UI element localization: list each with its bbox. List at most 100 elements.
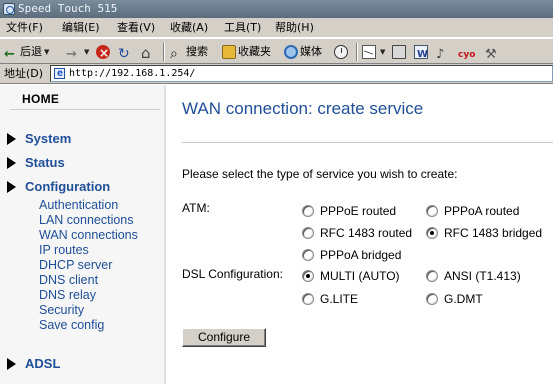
radio-g-lite[interactable]: G.LITE xyxy=(302,292,358,306)
edit-button[interactable] xyxy=(414,42,430,65)
toolbar: 后退 ▼ ▼ 搜索 收藏夹 媒体 ▼ cyo xyxy=(0,38,553,65)
configure-button[interactable]: Configure xyxy=(182,328,266,347)
dsl-configuration-label: DSL Configuration: xyxy=(182,267,283,281)
radio-ansi-t1413[interactable]: ANSI (T1.413) xyxy=(426,269,521,283)
radio-pppoa-routed[interactable]: PPPoA routed xyxy=(426,204,519,218)
print-icon xyxy=(392,45,406,59)
title-divider xyxy=(182,142,553,143)
favorites-folder-icon xyxy=(222,45,236,59)
home-button[interactable] xyxy=(141,42,157,62)
sidebar-item-label: Status xyxy=(25,155,65,170)
sidebar-item-label: System xyxy=(25,131,72,146)
sidebar-sub-dhcp-server[interactable]: DHCP server xyxy=(39,258,112,273)
window-title-bar: Speed Touch 515 xyxy=(0,0,553,18)
menu-help[interactable]: 帮助(H) xyxy=(275,18,314,38)
sidebar-sub-dns-relay[interactable]: DNS relay xyxy=(39,288,96,303)
history-icon xyxy=(334,45,348,59)
sidebar-sub-save-config[interactable]: Save config xyxy=(39,318,104,333)
radio-button-selected[interactable] xyxy=(302,270,314,282)
sidebar: HOME System Status Configuration Authent… xyxy=(0,85,166,384)
radio-button[interactable] xyxy=(426,270,438,282)
address-bar: 地址(D) http://192.168.1.254/ xyxy=(0,64,553,84)
sidebar-item-system[interactable]: System xyxy=(7,131,71,146)
toolbar-separator xyxy=(163,43,165,61)
sidebar-item-status[interactable]: Status xyxy=(7,155,65,170)
triangle-right-icon xyxy=(7,180,16,193)
media-icon xyxy=(284,45,298,59)
sidebar-item-configuration[interactable]: Configuration xyxy=(7,179,110,194)
history-button[interactable] xyxy=(334,42,350,62)
page-icon xyxy=(54,66,65,81)
triangle-right-icon xyxy=(7,357,16,370)
radio-pppoe-routed[interactable]: PPPoE routed xyxy=(302,204,396,218)
triangle-right-icon xyxy=(7,132,16,145)
radio-button[interactable] xyxy=(426,293,438,305)
sidebar-sub-ip-routes[interactable]: IP routes xyxy=(39,243,89,258)
sidebar-divider xyxy=(10,109,160,110)
radio-label: PPPoA routed xyxy=(444,204,520,218)
toolbar-separator xyxy=(356,43,358,61)
triangle-right-icon xyxy=(7,156,16,169)
radio-label: RFC 1483 routed xyxy=(320,226,413,240)
sidebar-sub-authentication[interactable]: Authentication xyxy=(39,198,118,213)
tools-icon xyxy=(485,45,499,59)
search-icon xyxy=(170,45,184,59)
sidebar-sub-dns-client[interactable]: DNS client xyxy=(39,273,98,288)
radio-button[interactable] xyxy=(426,205,438,217)
media-button[interactable]: 媒体 xyxy=(284,42,322,62)
edit-icon xyxy=(414,45,428,65)
address-url: http://192.168.1.254/ xyxy=(69,68,196,79)
sidebar-item-label: Configuration xyxy=(25,179,111,194)
radio-rfc1483-bridged[interactable]: RFC 1483 bridged xyxy=(426,226,542,240)
atm-label: ATM: xyxy=(182,201,210,215)
menu-tools[interactable]: 工具(T) xyxy=(224,18,261,38)
sidebar-sub-wan-connections[interactable]: WAN connections xyxy=(39,228,138,243)
radio-button[interactable] xyxy=(302,249,314,261)
sidebar-item-adsl[interactable]: ADSL xyxy=(7,356,60,371)
chevron-down-icon: ▼ xyxy=(84,48,90,56)
radio-label: MULTI (AUTO) xyxy=(320,269,400,283)
sidebar-sub-security[interactable]: Security xyxy=(39,303,84,318)
browser-icon xyxy=(3,3,15,15)
sidebar-sub-lan-connections[interactable]: LAN connections xyxy=(39,213,134,228)
messenger-icon: cyo xyxy=(458,50,476,60)
instruction-text: Please select the type of service you wi… xyxy=(182,167,458,181)
menu-favorites[interactable]: 收藏(A) xyxy=(170,18,208,38)
address-input[interactable]: http://192.168.1.254/ xyxy=(50,65,553,82)
menu-file[interactable]: 文件(F) xyxy=(6,18,43,38)
radio-rfc1483-routed[interactable]: RFC 1483 routed xyxy=(302,226,412,240)
radio-button[interactable] xyxy=(302,293,314,305)
radio-pppoa-bridged[interactable]: PPPoA bridged xyxy=(302,248,401,262)
tools-button[interactable] xyxy=(485,42,501,62)
media-label: 媒体 xyxy=(300,45,322,58)
radio-label: G.DMT xyxy=(444,292,483,306)
radio-label: PPPoA bridged xyxy=(320,248,402,262)
discuss-button[interactable] xyxy=(436,42,452,62)
sidebar-item-label: ADSL xyxy=(25,356,61,371)
radio-label: PPPoE routed xyxy=(320,204,397,218)
stop-button[interactable] xyxy=(96,42,112,63)
back-button[interactable]: 后退 ▼ xyxy=(4,42,49,62)
page-content: HOME System Status Configuration Authent… xyxy=(0,85,553,384)
refresh-button[interactable] xyxy=(118,42,134,62)
menu-edit[interactable]: 编辑(E) xyxy=(62,18,100,38)
menu-view[interactable]: 查看(V) xyxy=(117,18,155,38)
forward-button[interactable]: ▼ xyxy=(66,42,89,62)
print-button[interactable] xyxy=(392,42,408,62)
main-panel: WAN connection: create service Please se… xyxy=(166,85,553,384)
radio-button-selected[interactable] xyxy=(426,227,438,239)
radio-button[interactable] xyxy=(302,227,314,239)
radio-label: G.LITE xyxy=(320,292,359,306)
search-button[interactable]: 搜索 xyxy=(170,42,208,62)
chevron-down-icon: ▼ xyxy=(44,48,50,56)
sidebar-home-link[interactable]: HOME xyxy=(22,92,59,106)
radio-button[interactable] xyxy=(302,205,314,217)
home-icon xyxy=(141,45,155,59)
mail-button[interactable]: ▼ xyxy=(362,42,385,62)
favorites-button[interactable]: 收藏夹 xyxy=(222,42,271,62)
search-label: 搜索 xyxy=(186,45,208,58)
page-title: WAN connection: create service xyxy=(182,99,424,118)
radio-multi-auto[interactable]: MULTI (AUTO) xyxy=(302,269,400,283)
radio-g-dmt[interactable]: G.DMT xyxy=(426,292,483,306)
messenger-button[interactable]: cyo xyxy=(458,42,476,62)
